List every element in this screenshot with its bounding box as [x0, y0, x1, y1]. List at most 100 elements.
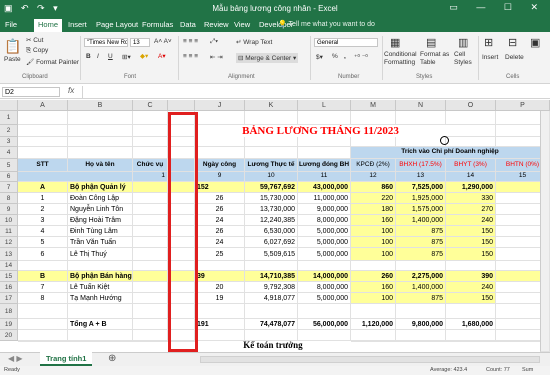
grid-cell[interactable] — [195, 304, 245, 319]
row-header-9[interactable]: 9 — [0, 204, 18, 215]
format-painter-button[interactable]: 🖌 Format Painter — [26, 58, 79, 66]
font-color-button[interactable]: A▾ — [158, 52, 166, 60]
grid-cell[interactable] — [133, 341, 168, 342]
grid-cell[interactable] — [68, 330, 133, 341]
grid-cell[interactable] — [68, 147, 133, 159]
tab-insert[interactable]: Insert — [68, 20, 87, 29]
row-header-15[interactable]: 15 — [0, 271, 18, 282]
grid-cell[interactable] — [245, 147, 298, 159]
grid-cell[interactable] — [18, 125, 68, 137]
row-header-20[interactable]: 20 — [0, 330, 18, 341]
align-top-icons[interactable]: ≡ ≡ ≡ — [183, 38, 198, 45]
grid-cell[interactable] — [298, 111, 351, 125]
grid-cell[interactable] — [133, 147, 168, 159]
grid-cell[interactable] — [351, 341, 396, 342]
conditional-formatting-icon[interactable]: ▦ — [390, 36, 400, 49]
tab-review[interactable]: Review — [204, 20, 229, 29]
delete-cells-icon[interactable]: ⊟ — [508, 36, 517, 49]
insert-cells-icon[interactable]: ⊞ — [484, 36, 493, 49]
row-header-6[interactable]: 6 — [0, 172, 18, 182]
grid-cell[interactable] — [298, 304, 351, 319]
spreadsheet-grid[interactable]: A B C J K L M N O P 1 2 3 4 5 6 7 8 9 10 11 12 13 14 15 16 17 18 19 2… — [0, 100, 550, 352]
cell-styles-icon[interactable]: ▥ — [458, 36, 468, 49]
align-left-icons[interactable]: ≡ ≡ ≡ — [183, 53, 198, 60]
tab-data[interactable]: Data — [180, 20, 196, 29]
grid-cell[interactable] — [446, 125, 496, 137]
currency-button[interactable]: $▾ — [316, 53, 323, 61]
paste-icon[interactable]: 📋 — [4, 38, 21, 55]
grid-cell[interactable] — [396, 111, 446, 125]
row-header-10[interactable]: 10 — [0, 215, 18, 226]
grid-cell[interactable] — [245, 304, 298, 319]
grid-cell[interactable] — [446, 341, 496, 342]
grid-cell[interactable] — [298, 261, 351, 271]
grid-cell[interactable] — [396, 341, 446, 342]
grid-cell[interactable] — [18, 341, 68, 342]
borders-button[interactable]: ⊞▾ — [122, 53, 131, 61]
grid-cell[interactable] — [18, 261, 68, 271]
grid-cell[interactable] — [446, 304, 496, 319]
row-header-7[interactable]: 7 — [0, 182, 18, 193]
format-cells-icon[interactable]: ▣ — [530, 36, 540, 49]
comma-button[interactable]: , — [344, 53, 346, 60]
grid-cell[interactable] — [298, 137, 351, 147]
grid-cell[interactable] — [245, 111, 298, 125]
grid-cell[interactable] — [446, 137, 496, 147]
grid-cell[interactable] — [351, 330, 396, 341]
grid-cell[interactable] — [195, 111, 245, 125]
row-header-2[interactable]: 2 — [0, 125, 18, 137]
sheet-tab-trang-tinh-1[interactable]: Trang tính1 — [40, 352, 93, 366]
grid-cell[interactable] — [245, 330, 298, 341]
fill-color-button[interactable]: ◆▾ — [140, 52, 148, 60]
italic-button[interactable]: I — [97, 53, 99, 60]
grid-cell[interactable] — [18, 137, 68, 147]
grid-cell[interactable] — [245, 137, 298, 147]
grid-cell[interactable] — [133, 330, 168, 341]
horizontal-scrollbar[interactable] — [200, 356, 540, 363]
bold-button[interactable]: B — [86, 53, 91, 60]
select-all-corner[interactable] — [0, 100, 18, 111]
grid-cell[interactable] — [396, 137, 446, 147]
column-header-b[interactable]: B — [68, 100, 133, 111]
grid-cell[interactable] — [351, 304, 396, 319]
name-box[interactable]: D2 — [2, 87, 60, 97]
merge-center-button[interactable]: ⊟ Merge & Center ▾ — [236, 53, 299, 63]
grid-cell[interactable] — [195, 137, 245, 147]
decimal-buttons[interactable]: ⁺⁰ ⁻⁰ — [354, 53, 368, 61]
row-header-11[interactable]: 11 — [0, 226, 18, 237]
grid-cell[interactable] — [446, 261, 496, 271]
insert-cells-button[interactable]: Insert — [482, 54, 498, 61]
font-name-select[interactable]: "Times New Ro — [84, 38, 128, 47]
window-controls[interactable]: ▭ — ☐ ✕ — [449, 2, 546, 13]
grid-cell[interactable] — [68, 111, 133, 125]
column-header-hidden[interactable] — [168, 100, 195, 111]
percent-button[interactable]: % — [332, 53, 338, 60]
format-as-table-icon[interactable]: ▤ — [426, 36, 436, 49]
grid-cell[interactable] — [68, 261, 133, 271]
cell-styles-button[interactable]: Cell Styles — [454, 51, 476, 67]
grid-cell[interactable] — [68, 125, 133, 137]
grid-cell[interactable] — [133, 111, 168, 125]
row-header-18[interactable]: 18 — [0, 304, 18, 319]
tab-view[interactable]: View — [234, 20, 250, 29]
sheet-nav-arrows[interactable]: ◀ ▶ — [8, 354, 23, 363]
column-header-k[interactable]: K — [245, 100, 298, 111]
row-header-5[interactable]: 5 — [0, 159, 18, 172]
grid-cell[interactable] — [195, 147, 245, 159]
row-header-1[interactable]: 1 — [0, 111, 18, 125]
row-header-19[interactable]: 19 — [0, 319, 18, 330]
row-header-17[interactable]: 17 — [0, 293, 18, 304]
grid-cell[interactable] — [351, 137, 396, 147]
wrap-text-button[interactable]: ↵ Wrap Text — [236, 38, 272, 46]
column-header-l[interactable]: L — [298, 100, 351, 111]
format-as-table-button[interactable]: Format as Table — [420, 51, 450, 67]
tab-page-layout[interactable]: Page Layout — [96, 20, 138, 29]
grid-cell[interactable] — [396, 330, 446, 341]
font-size-select[interactable]: 13 — [130, 38, 150, 47]
row-header-12[interactable]: 12 — [0, 237, 18, 248]
grid-cell[interactable] — [68, 137, 133, 147]
column-header-j[interactable]: J — [195, 100, 245, 111]
row-header-8[interactable]: 8 — [0, 193, 18, 204]
grid-cell[interactable] — [298, 330, 351, 341]
vertical-scrollbar[interactable] — [540, 111, 550, 352]
